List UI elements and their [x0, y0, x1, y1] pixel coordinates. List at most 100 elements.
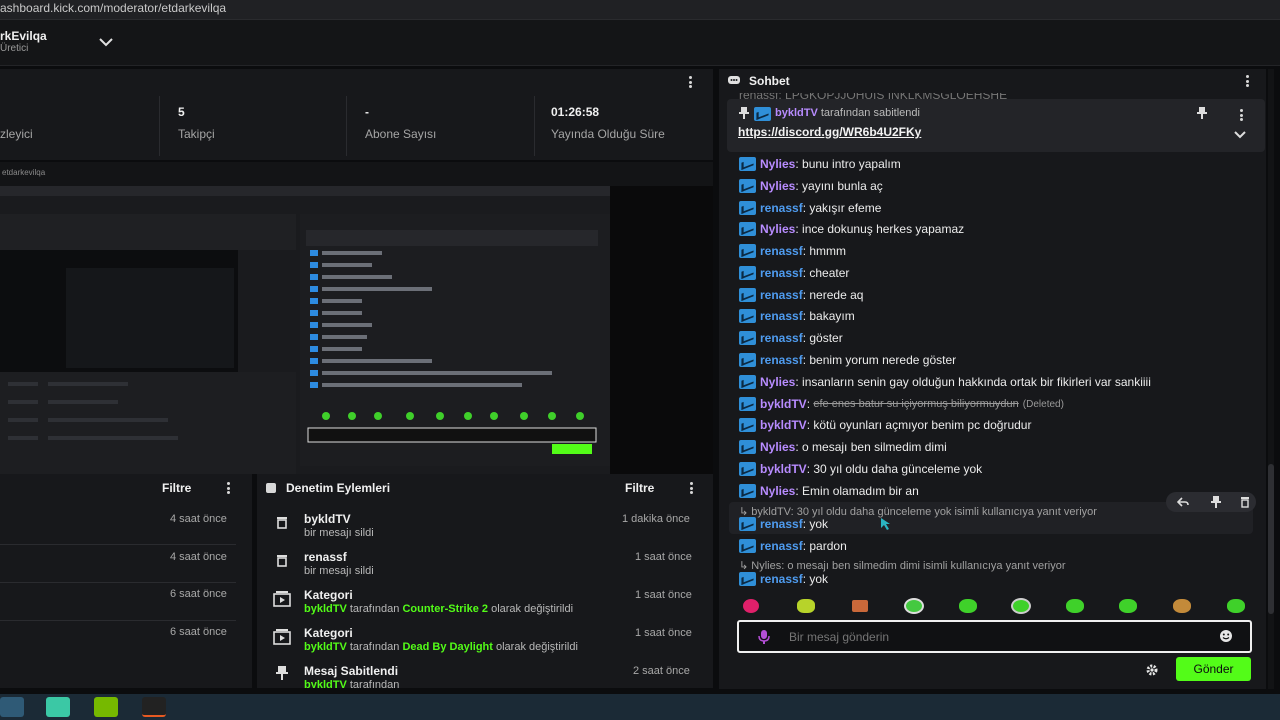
verified-badge-icon [739, 440, 756, 454]
verified-badge-icon [739, 266, 756, 280]
chat-scrollbar[interactable] [1268, 69, 1274, 689]
trash-icon[interactable] [1240, 496, 1250, 508]
action-time: 2 saat önce [633, 665, 690, 677]
trash-icon [277, 517, 287, 529]
chat-message[interactable]: Nylies: Emin olamadım bir an [739, 482, 919, 500]
list-item[interactable]: Mesaj Sabitlendi bykldTV tarafından 2 sa… [257, 660, 713, 688]
action-text: tarafından [346, 679, 400, 688]
emote-icon[interactable] [904, 598, 924, 614]
pinned-link[interactable]: https://discord.gg/WR6b4U2FKy [738, 125, 921, 139]
chat-username[interactable]: Nylies [760, 179, 795, 193]
stats-menu-icon[interactable] [684, 75, 696, 89]
chat-username[interactable]: Nylies [760, 484, 795, 498]
emote-icon[interactable] [852, 600, 868, 612]
app-icon[interactable] [142, 697, 166, 717]
unpin-icon[interactable] [1197, 107, 1207, 119]
action-text: olarak değiştirildi [488, 603, 574, 615]
nvidia-icon[interactable] [94, 697, 118, 717]
chat-username[interactable]: bykldTV [760, 462, 807, 476]
chat-message[interactable]: renassf: pardon [739, 537, 847, 555]
emote-icon[interactable] [1119, 599, 1137, 613]
list-item[interactable]: Kategori bykldTV tarafından Counter-Stri… [257, 584, 713, 618]
microphone-icon[interactable] [757, 629, 771, 645]
chat-message-deleted[interactable]: bykldTV: efe enes batur su içiyormuş bil… [739, 395, 1064, 413]
chat-username[interactable]: renassf [760, 244, 803, 258]
category-icon [273, 591, 291, 607]
list-item[interactable]: renassf bir mesajı sildi 1 saat önce [257, 546, 713, 580]
chat-username[interactable]: renassf [760, 309, 803, 323]
pin-icon[interactable] [1211, 496, 1221, 508]
pinned-message[interactable]: bykldTV tarafından sabitlendi https://di… [727, 99, 1265, 152]
emote-icon[interactable] [1011, 598, 1031, 614]
chevron-down-icon[interactable] [1233, 130, 1247, 140]
chat-message[interactable]: renassf: hmmm [739, 242, 846, 260]
chat-username[interactable]: renassf [760, 288, 803, 302]
chat-username[interactable]: renassf [760, 331, 803, 345]
gear-icon[interactable] [1145, 663, 1159, 677]
chat-username[interactable]: renassf [760, 201, 803, 215]
chat-username[interactable]: Nylies [760, 157, 795, 171]
chat-username[interactable]: renassf [760, 517, 803, 531]
chat-message[interactable]: Nylies: yayını bunla aç [739, 177, 883, 195]
chat-message[interactable]: Nylies: o mesajı ben silmedim dimi [739, 438, 947, 456]
stream-preview[interactable]: etdarkevilqa [0, 162, 713, 474]
chat-message[interactable]: Nylies: insanların senin gay olduğun hak… [739, 373, 1151, 391]
chat-username[interactable]: Nylies [760, 222, 795, 236]
emote-icon[interactable] [1173, 599, 1191, 613]
pinned-menu-icon[interactable] [1235, 108, 1247, 122]
emoji-icon[interactable] [1219, 629, 1233, 643]
verified-badge-icon [739, 309, 756, 323]
chat-text: nerede aq [809, 288, 864, 302]
chat-message[interactable]: renassf: yok [739, 515, 828, 533]
chat-message[interactable]: Nylies: ince dokunuş herkes yapamaz [739, 220, 964, 238]
list-item[interactable]: byk­ldTV bir mesajı sildi 1 dakika önce [257, 508, 713, 542]
chat-message[interactable]: renassf: benim yorum nerede göster [739, 351, 956, 369]
chat-username[interactable]: renassf [760, 266, 803, 280]
list-item[interactable]: Kategori bykldTV tarafından Dead By Dayl… [257, 622, 713, 656]
emote-icon[interactable] [1227, 599, 1245, 613]
reply-icon[interactable] [1177, 497, 1189, 507]
action-user: bykldTV [304, 641, 347, 653]
chat-username[interactable]: renassf [760, 539, 803, 553]
os-taskbar [0, 694, 1280, 720]
left-panel-menu-icon[interactable] [222, 481, 234, 495]
chat-message[interactable]: bykldTV: 30 yıl oldu daha günceleme yok [739, 460, 982, 478]
chat-message[interactable]: Nylies: bunu intro yapalım [739, 155, 901, 173]
chat-input[interactable] [789, 628, 1209, 646]
emote-icon[interactable] [1066, 599, 1084, 613]
actions-menu-icon[interactable] [685, 481, 697, 495]
filter-button[interactable]: Filtre [625, 481, 654, 495]
chat-username[interactable]: renassf [760, 572, 803, 586]
stat-uptime: 01:26:58 Yayında Olduğu Süre [535, 96, 713, 156]
chat-message[interactable]: renassf: bakayım [739, 307, 855, 325]
moderation-actions-panel: Denetim Eylemleri Filtre byk­ldTV bir me… [257, 474, 713, 688]
filter-button[interactable]: Filtre [162, 481, 191, 495]
chat-username[interactable]: Nylies [760, 440, 795, 454]
chat-username[interactable]: bykldTV [760, 418, 807, 432]
chat-username[interactable]: bykldTV [760, 397, 807, 411]
chat-message[interactable]: bykldTV: kötü oyunları açmıyor benim pc … [739, 416, 1031, 434]
chevron-down-icon[interactable] [96, 32, 116, 52]
emote-icon[interactable] [959, 599, 977, 613]
chat-input-box[interactable] [737, 620, 1252, 653]
emote-icon[interactable] [797, 599, 815, 613]
browser-url-bar[interactable]: ashboard.kick.com/moderator/etdarkevilqa [0, 0, 1280, 20]
dashboard-header: rkEvilqa Üretici [0, 20, 1280, 66]
action-subtitle: bykldTV tarafından [304, 679, 399, 688]
verified-badge-icon [739, 539, 756, 553]
scrollbar-thumb[interactable] [1268, 464, 1274, 614]
emote-icon[interactable] [743, 599, 759, 613]
chat-username[interactable]: Nylies [760, 375, 795, 389]
chat-menu-icon[interactable] [1241, 74, 1253, 88]
chat-message[interactable]: renassf: nerede aq [739, 286, 863, 304]
send-button[interactable]: Gönder [1176, 657, 1251, 681]
steam-icon[interactable] [0, 697, 24, 717]
chat-message[interactable]: renassf: cheater [739, 264, 849, 282]
chat-message[interactable]: renassf: göster [739, 329, 843, 347]
action-text: tarafından [346, 603, 403, 615]
chat-username[interactable]: renassf [760, 353, 803, 367]
chat-text: yok [809, 572, 829, 586]
discord-icon[interactable] [46, 697, 70, 717]
chat-message[interactable]: renassf: yakışır efeme [739, 199, 881, 217]
chat-message[interactable]: renassf: yok [739, 570, 828, 588]
